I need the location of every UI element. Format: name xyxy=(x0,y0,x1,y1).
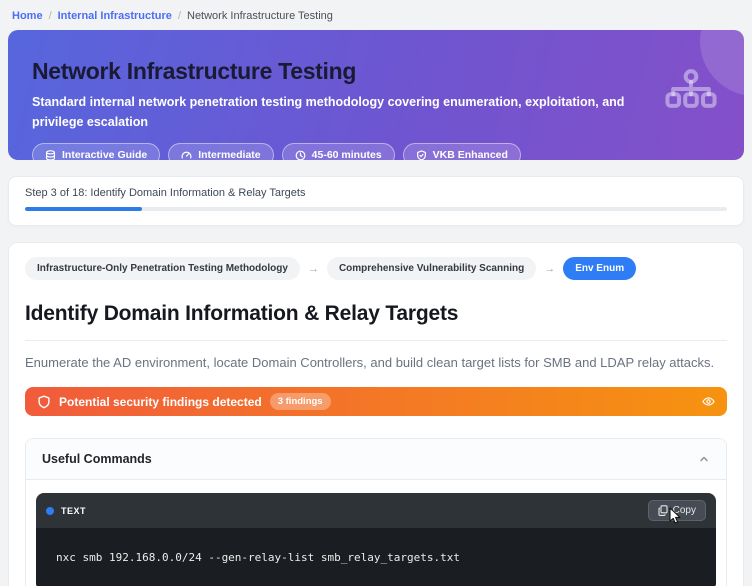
breadcrumb: Home / Internal Infrastructure / Network… xyxy=(8,0,744,30)
database-icon xyxy=(45,150,56,161)
shield-check-icon xyxy=(416,150,427,161)
badge-vkb-enhanced: VKB Enhanced xyxy=(403,143,521,160)
code-block-header: TEXT Copy xyxy=(36,493,716,528)
useful-commands-body: TEXT Copy nxc smb 192.168.0.0/24 --gen-r… xyxy=(26,480,726,586)
chevron-up-icon[interactable] xyxy=(698,453,710,465)
path-crumb-current[interactable]: Env Enum xyxy=(563,257,636,280)
command-text: nxc smb 192.168.0.0/24 --gen-relay-list … xyxy=(56,551,696,564)
copy-button-label: Copy xyxy=(673,505,696,516)
language-dot-icon xyxy=(46,507,54,515)
breadcrumb-separator: / xyxy=(178,10,181,22)
badge-label: 45-60 minutes xyxy=(312,149,382,160)
badge-label: VKB Enhanced xyxy=(433,149,508,160)
step-description: Enumerate the AD environment, locate Dom… xyxy=(25,355,727,370)
path-crumb-methodology[interactable]: Infrastructure-Only Penetration Testing … xyxy=(25,257,300,280)
findings-alert: Potential security findings detected 3 f… xyxy=(25,387,727,416)
progress-fill xyxy=(25,207,142,211)
breadcrumb-separator: / xyxy=(49,10,52,22)
progress-card: Step 3 of 18: Identify Domain Informatio… xyxy=(8,176,744,226)
badge-duration: 45-60 minutes xyxy=(282,143,395,160)
useful-commands-section: Useful Commands TEXT Copy xyxy=(25,438,727,586)
step-content-card: Infrastructure-Only Penetration Testing … xyxy=(8,242,744,586)
clipboard-icon xyxy=(658,505,668,516)
eye-icon[interactable] xyxy=(702,395,715,408)
path-arrow-icon: → xyxy=(308,263,319,275)
alert-message: Potential security findings detected xyxy=(59,395,262,409)
path-crumb-phase[interactable]: Comprehensive Vulnerability Scanning xyxy=(327,257,536,280)
findings-count-badge: 3 findings xyxy=(270,393,331,410)
gauge-icon xyxy=(181,150,192,161)
network-hierarchy-icon xyxy=(664,69,718,122)
code-language-label: TEXT xyxy=(61,506,86,516)
clock-icon xyxy=(295,150,306,161)
badge-label: Intermediate xyxy=(198,149,260,160)
breadcrumb-current: Network Infrastructure Testing xyxy=(187,10,333,22)
progress-bar xyxy=(25,207,727,211)
hero-badges: Interactive Guide Intermediate 45-60 min… xyxy=(32,143,716,160)
badge-difficulty: Intermediate xyxy=(168,143,273,160)
page-title: Network Infrastructure Testing xyxy=(32,58,716,85)
step-title: Identify Domain Information & Relay Targ… xyxy=(25,302,727,341)
badge-interactive-guide: Interactive Guide xyxy=(32,143,160,160)
shield-icon xyxy=(37,395,51,409)
breadcrumb-link-home[interactable]: Home xyxy=(12,10,43,22)
progress-label: Step 3 of 18: Identify Domain Informatio… xyxy=(25,187,727,199)
hero-banner: Network Infrastructure Testing Standard … xyxy=(8,30,744,160)
useful-commands-header[interactable]: Useful Commands xyxy=(26,439,726,480)
code-block: TEXT Copy nxc smb 192.168.0.0/24 --gen-r… xyxy=(36,493,716,586)
methodology-path: Infrastructure-Only Penetration Testing … xyxy=(25,257,727,280)
path-arrow-icon: → xyxy=(544,263,555,275)
code-body: nxc smb 192.168.0.0/24 --gen-relay-list … xyxy=(36,528,716,586)
copy-button[interactable]: Copy xyxy=(648,500,706,521)
badge-label: Interactive Guide xyxy=(62,149,147,160)
section-title: Useful Commands xyxy=(42,452,152,466)
breadcrumb-link-internal-infrastructure[interactable]: Internal Infrastructure xyxy=(58,10,172,22)
hero-subtitle: Standard internal network penetration te… xyxy=(32,92,632,132)
